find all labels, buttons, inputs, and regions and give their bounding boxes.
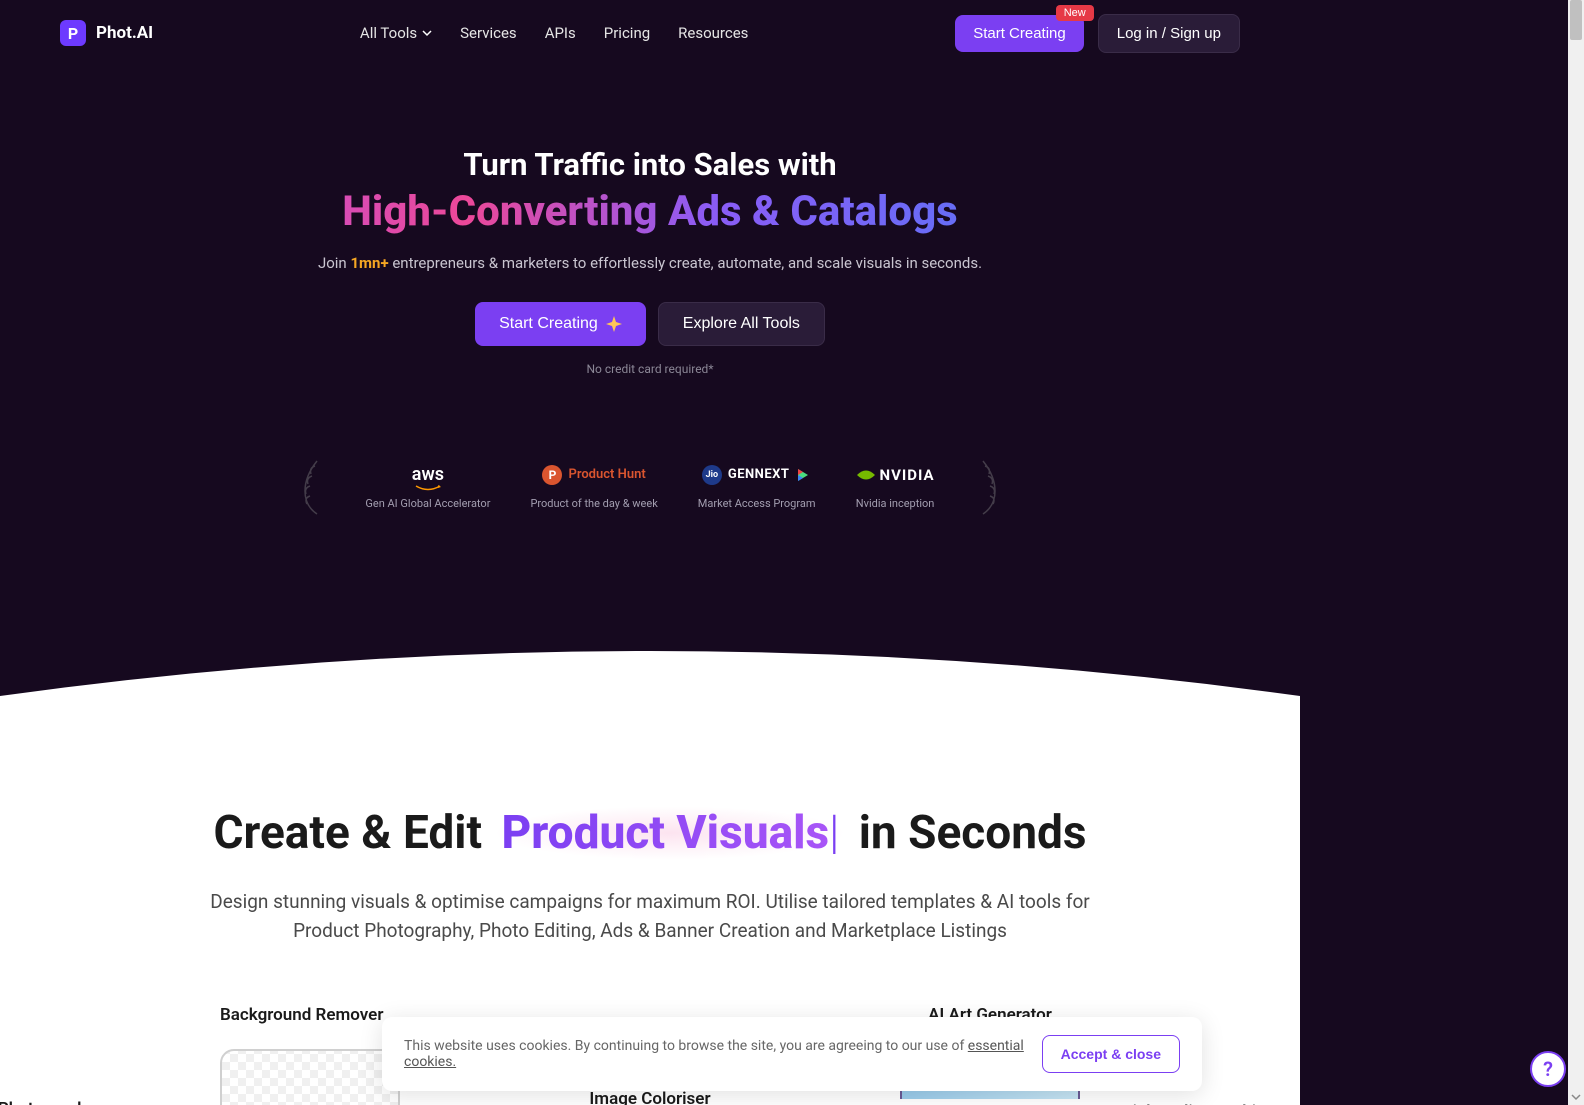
play-icon [795, 467, 811, 483]
title-suffix: in Seconds [847, 806, 1086, 860]
cookie-text: This website uses cookies. By continuing… [404, 1038, 1042, 1070]
jio-circle-icon: Jio [702, 465, 722, 485]
title-prefix: Create & Edit [213, 806, 493, 860]
feature-label: Background Remover [220, 1005, 400, 1025]
scrollbar-thumb[interactable] [1570, 0, 1582, 40]
subtitle-prefix: Join [318, 254, 350, 272]
section-description: Design stunning visuals & optimise campa… [210, 888, 1090, 945]
cookie-text-prefix: This website uses cookies. By continuing… [404, 1038, 968, 1054]
aws-text: aws [412, 464, 444, 485]
scrollbar-track[interactable] [1568, 0, 1584, 1105]
trust-nvidia: NVIDIA Nvidia inception [856, 463, 935, 510]
explore-tools-button[interactable]: Explore All Tools [658, 302, 825, 346]
laurel-right-icon [975, 456, 1003, 516]
header: P Phot.AI All Tools Services APIs Pricin… [0, 0, 1300, 66]
sparkle-icon [606, 316, 622, 332]
cookie-accept-button[interactable]: Accept & close [1042, 1035, 1180, 1073]
nvidia-logo: NVIDIA [856, 463, 935, 487]
scrollbar-down-arrow-icon[interactable] [1570, 1091, 1582, 1103]
nav-all-tools[interactable]: All Tools [360, 24, 432, 42]
header-actions: Start Creating New Log in / Sign up [955, 14, 1240, 53]
chevron-down-icon [422, 28, 432, 38]
hero-start-creating-button[interactable]: Start Creating [475, 302, 646, 346]
hero-subtitle: Join 1mn+ entrepreneurs & marketers to e… [40, 254, 1260, 272]
subtitle-count: 1mn+ [350, 254, 388, 272]
hero-title-line1: Turn Traffic into Sales with [40, 146, 1260, 183]
nav-apis[interactable]: APIs [545, 24, 576, 42]
title-highlight: Product Visuals [501, 806, 829, 860]
button-label: Start Creating [973, 25, 1066, 42]
trust-caption: Market Access Program [698, 497, 816, 510]
peek-image-coloriser: Image Coloriser [589, 1089, 710, 1105]
gennext-text: GENNEXT [728, 467, 790, 482]
nvidia-eye-icon [856, 468, 876, 482]
nav: All Tools Services APIs Pricing Resource… [360, 24, 749, 42]
trust-items: aws Gen AI Global Accelerator P Product … [365, 463, 934, 510]
logo[interactable]: P Phot.AI [60, 20, 153, 46]
title-cursor: | [829, 806, 839, 860]
trust-section: aws Gen AI Global Accelerator P Product … [40, 456, 1260, 576]
trust-jio: Jio GENNEXT Market Access Program [698, 463, 816, 510]
laurel-left-icon [297, 456, 325, 516]
subtitle-rest: entrepreneurs & marketers to effortlessl… [389, 254, 982, 272]
aws-smile-icon [414, 485, 442, 491]
trust-caption: Product of the day & week [530, 497, 657, 510]
aws-logo: aws [412, 463, 444, 487]
nav-resources[interactable]: Resources [678, 24, 748, 42]
nvidia-text: NVIDIA [880, 466, 935, 484]
hero-note: No credit card required* [40, 362, 1260, 376]
section-title: Create & Edit Product Visuals| in Second… [213, 806, 1086, 860]
help-button[interactable]: ? [1530, 1051, 1566, 1087]
new-badge: New [1056, 5, 1094, 21]
peek-product-photography: duct Photography [0, 1099, 95, 1105]
trust-caption: Nvidia inception [856, 497, 935, 510]
feature-card-preview [220, 1049, 400, 1105]
producthunt-logo: P Product Hunt [542, 463, 645, 487]
nav-pricing[interactable]: Pricing [604, 24, 650, 42]
logo-text: Phot.AI [96, 23, 153, 43]
login-signup-button[interactable]: Log in / Sign up [1098, 14, 1240, 53]
cookie-banner: This website uses cookies. By continuing… [382, 1017, 1202, 1091]
nav-services[interactable]: Services [460, 24, 517, 42]
nav-label: All Tools [360, 24, 417, 42]
jio-logo: Jio GENNEXT [702, 463, 812, 487]
wave-divider [0, 636, 1300, 696]
hero-ctas: Start Creating Explore All Tools [40, 302, 1260, 346]
button-label: Start Creating [499, 315, 598, 333]
trust-caption: Gen AI Global Accelerator [365, 497, 490, 510]
ph-circle-icon: P [542, 465, 562, 485]
feature-background-remover[interactable]: Background Remover [220, 1005, 400, 1105]
logo-icon: P [60, 20, 86, 46]
hero-section: Turn Traffic into Sales with High-Conver… [0, 66, 1300, 636]
trust-aws: aws Gen AI Global Accelerator [365, 463, 490, 510]
trust-producthunt: P Product Hunt Product of the day & week [530, 463, 657, 510]
hero-title-line2: High-Converting Ads & Catalogs [40, 187, 1260, 236]
start-creating-button[interactable]: Start Creating New [955, 15, 1084, 52]
ph-text: Product Hunt [568, 467, 645, 482]
